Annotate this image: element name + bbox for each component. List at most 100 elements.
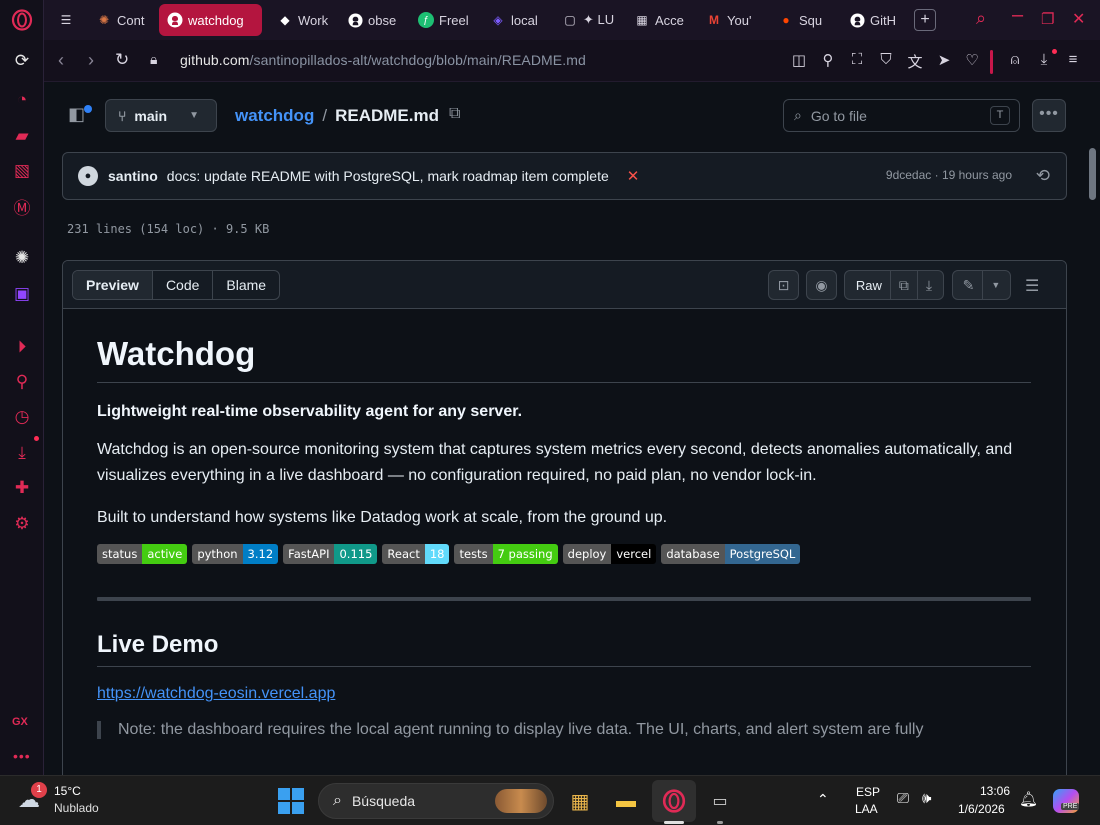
- restore-icon[interactable]: ❐: [1041, 10, 1054, 28]
- tab-work[interactable]: ◆ Work: [269, 4, 333, 36]
- shield-icon[interactable]: ⛉: [876, 51, 896, 68]
- gx-label[interactable]: GX: [12, 716, 28, 728]
- go-to-file-input[interactable]: ⌕ Go to file T: [783, 99, 1020, 132]
- volume-icon[interactable]: 🕪︎: [922, 790, 931, 807]
- tab-code[interactable]: Code: [153, 271, 214, 299]
- reload-icon[interactable]: ↻: [115, 50, 129, 70]
- opera-gx-taskbar-icon[interactable]: [658, 785, 690, 817]
- pin-icon[interactable]: ⚲: [10, 370, 34, 394]
- pin-page-icon[interactable]: ⚲: [818, 51, 838, 69]
- badge-fastapi[interactable]: FastAPI 0.115: [283, 544, 378, 565]
- file-explorer-icon[interactable]: ▬: [610, 785, 642, 817]
- history-clock-icon[interactable]: ◷: [10, 405, 34, 429]
- copy-raw-icon[interactable]: ⧉: [891, 271, 918, 299]
- player-icon[interactable]: ⏵: [10, 335, 34, 359]
- windows-start-icon[interactable]: [278, 788, 304, 814]
- network-icon[interactable]: ⎚: [897, 790, 909, 807]
- chatgpt-icon[interactable]: ✺: [10, 246, 34, 270]
- tab-workspaces[interactable]: ☰: [50, 4, 84, 36]
- branch-selector[interactable]: ⑂ main ▼: [105, 99, 217, 132]
- extensions-icon[interactable]: ✚: [10, 476, 34, 500]
- file-name: README.md: [335, 106, 439, 125]
- gx-mods-icon[interactable]: Ⓜ: [10, 194, 34, 218]
- send-icon[interactable]: ➤: [934, 51, 954, 69]
- badge-tests[interactable]: tests 7 passing: [454, 544, 558, 565]
- taskbar-search[interactable]: ⌕ Búsqueda: [318, 783, 554, 819]
- gx-corner-icon[interactable]: ▰: [10, 124, 34, 148]
- split-view-icon[interactable]: ◫: [789, 51, 809, 69]
- notifications-bell-icon[interactable]: 🔔︎: [1019, 790, 1038, 808]
- tab-lu[interactable]: ▢ ✦ LU: [554, 4, 618, 36]
- download-icon[interactable]: ⤓: [1034, 51, 1054, 68]
- language-code[interactable]: ESP: [856, 785, 880, 799]
- view-mode-tabs: Preview Code Blame: [72, 270, 281, 300]
- url-field[interactable]: github.com/santinopillados-alt/watchdog/…: [180, 52, 586, 68]
- more-icon[interactable]: •••: [13, 748, 31, 764]
- badge-react[interactable]: React 18: [382, 544, 450, 565]
- avatar[interactable]: ●: [78, 166, 98, 186]
- settings-gear-icon[interactable]: ⚙: [10, 512, 34, 536]
- store-icon[interactable]: ▦: [564, 785, 596, 817]
- weather-temperature[interactable]: 15°C: [54, 784, 81, 798]
- tab-preview[interactable]: Preview: [73, 271, 153, 299]
- open-folder-button[interactable]: ⊡: [768, 270, 799, 300]
- edit-pencil-icon[interactable]: ✎: [955, 271, 984, 299]
- tab-reddit[interactable]: ● Squ: [770, 4, 834, 36]
- easy-setup-icon[interactable]: ≡: [1063, 51, 1083, 68]
- minimize-icon[interactable]: –: [1012, 4, 1023, 27]
- weather-condition[interactable]: Nublado: [54, 801, 99, 815]
- copy-path-icon[interactable]: ⧉: [449, 105, 460, 123]
- commit-author[interactable]: santino: [108, 168, 158, 184]
- new-tab-button[interactable]: +: [914, 9, 936, 31]
- tab-github[interactable]: GitH: [841, 4, 905, 36]
- account-icon[interactable]: ⍝: [1005, 51, 1025, 68]
- gx-control-icon[interactable]: ◔: [10, 88, 34, 112]
- downloads-icon[interactable]: ⤓: [10, 441, 34, 465]
- history-icon[interactable]: ⟲: [1036, 166, 1050, 186]
- repo-link[interactable]: watchdog: [235, 106, 314, 126]
- scrollbar-thumb[interactable]: [1089, 148, 1096, 200]
- forward-icon[interactable]: ›: [88, 50, 94, 71]
- badge-key: python: [192, 544, 243, 565]
- copilot-button[interactable]: ◉: [806, 270, 837, 300]
- terminal-icon[interactable]: ▭: [704, 785, 736, 817]
- outline-list-icon[interactable]: ☰: [1025, 276, 1039, 296]
- snapshot-icon[interactable]: ⛶: [847, 51, 867, 68]
- opera-logo-icon[interactable]: [10, 8, 34, 32]
- badge-python[interactable]: python 3.12: [192, 544, 279, 565]
- badge-deploy[interactable]: deploy vercel: [562, 544, 657, 565]
- page-scrollbar[interactable]: [1085, 82, 1100, 775]
- copilot-pre-label: PRE: [1061, 803, 1080, 810]
- twitch-icon[interactable]: ▣: [10, 282, 34, 306]
- bookmark-heart-icon[interactable]: ♡: [962, 51, 982, 69]
- url-path: /santinopillados-alt/watchdog/blob/main/…: [249, 52, 586, 68]
- commit-message[interactable]: docs: update README with PostgreSQL, mar…: [167, 168, 609, 184]
- tray-overflow-icon[interactable]: ⌃: [817, 791, 829, 808]
- close-window-icon[interactable]: ✕: [1072, 9, 1085, 29]
- tab-claude[interactable]: ✺ Cont: [88, 4, 150, 36]
- tab-freelance[interactable]: ƒ Freel: [410, 4, 474, 36]
- raw-button[interactable]: Raw: [848, 271, 891, 299]
- translate-icon[interactable]: 文: [905, 51, 925, 72]
- tab-obse[interactable]: obse: [339, 4, 403, 36]
- clock-date[interactable]: 1/6/2026: [958, 802, 1005, 816]
- tab-access[interactable]: ▦ Acce: [626, 4, 690, 36]
- failed-status-icon[interactable]: ✕: [627, 167, 640, 185]
- tab-local[interactable]: ◈ local: [482, 4, 546, 36]
- search-tabs-icon[interactable]: ⌕: [976, 8, 986, 29]
- clock-time[interactable]: 13:06: [980, 784, 1010, 798]
- tab-watchdog[interactable]: watchdog: [159, 4, 262, 36]
- download-raw-icon[interactable]: ⤓: [918, 271, 940, 299]
- demo-link[interactable]: https://watchdog-eosin.vercel.app: [97, 685, 1031, 703]
- tab-youtube[interactable]: M You': [698, 4, 762, 36]
- gx-cleaner-icon[interactable]: ▧: [10, 159, 34, 183]
- tab-blame[interactable]: Blame: [213, 271, 279, 299]
- badge-status[interactable]: status active: [97, 544, 188, 565]
- sync-icon[interactable]: ⟳: [10, 49, 34, 73]
- commit-meta[interactable]: 9dcedac · 19 hours ago: [886, 168, 1012, 182]
- edit-dropdown-icon[interactable]: ▼: [983, 271, 1008, 299]
- keyboard-layout[interactable]: LAA: [855, 802, 878, 816]
- more-options-button[interactable]: •••: [1032, 99, 1066, 132]
- back-icon[interactable]: ‹: [58, 50, 64, 71]
- badge-database[interactable]: database PostgreSQL: [661, 544, 801, 565]
